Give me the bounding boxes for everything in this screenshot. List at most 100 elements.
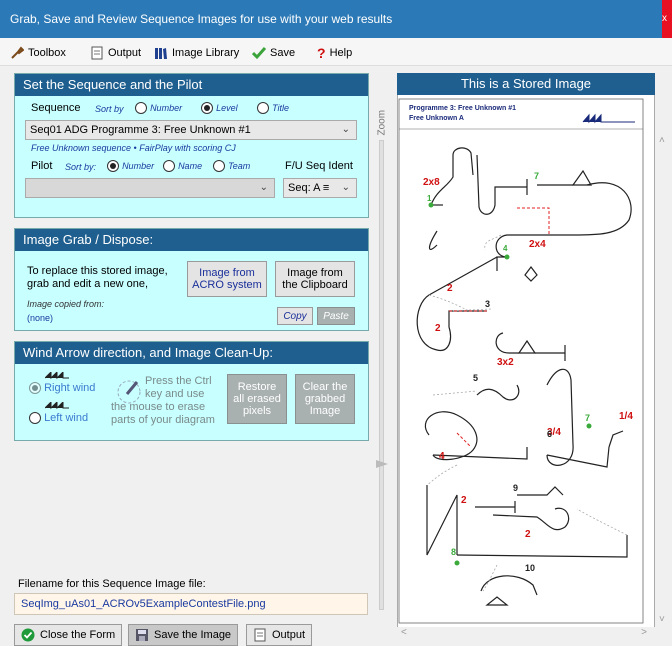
pilot-sort-name-option[interactable]: Name: [163, 160, 203, 173]
figure-label: 1: [427, 194, 432, 203]
sequence-info: Free Unknown sequence • FairPlay with sc…: [31, 143, 236, 153]
sort-level-option[interactable]: Level: [201, 102, 238, 115]
sort-level-label: Level: [216, 103, 238, 113]
close-window-button[interactable]: x: [662, 0, 672, 38]
chevron-down-icon: ⌄: [341, 124, 350, 135]
figure-label: 5: [473, 373, 478, 383]
clip-btn-line2: the Clipboard: [282, 279, 348, 291]
clear-line3: Image: [309, 405, 341, 417]
figure-label: 8: [451, 547, 456, 557]
checkmark-icon: [252, 47, 266, 60]
filename-field[interactable]: SeqImg_uAs01_ACROv5ExampleContestFile.pn…: [14, 593, 368, 615]
sort-number-label: Number: [150, 103, 183, 113]
figure-label: 6: [547, 429, 552, 439]
scroll-down-icon[interactable]: ˅: [659, 614, 665, 625]
restore-line2: all erased: [233, 393, 281, 405]
zoom-slider[interactable]: Zoom: [374, 109, 390, 610]
copied-from-label: Image copied from:: [27, 299, 105, 309]
right-wind-option[interactable]: Right wind: [29, 382, 96, 395]
figure-label: 3x2: [497, 357, 514, 368]
save-button[interactable]: Save: [252, 44, 295, 62]
toolbox-button[interactable]: Toolbox: [10, 44, 66, 62]
help-button[interactable]: ? Help: [317, 44, 352, 62]
sort-by-label: Sort by: [95, 104, 124, 114]
sequence-select[interactable]: Seq01 ADG Programme 3: Free Unknown #1 ⌄: [25, 120, 357, 140]
zoom-thumb-icon[interactable]: [374, 458, 390, 470]
grab-panel-title: Image Grab / Dispose:: [15, 229, 368, 251]
image-from-acro-button[interactable]: Image from ACRO system: [187, 261, 267, 297]
clear-line1: Clear the: [302, 381, 348, 393]
scroll-right-icon[interactable]: >: [641, 627, 647, 638]
wind-panel: Wind Arrow direction, and Image Clean-Up…: [14, 341, 369, 441]
restore-line1: Restore: [237, 381, 277, 393]
left-wind-arrow-icon: [45, 402, 69, 410]
pilot-sort-team-option[interactable]: Team: [213, 160, 250, 173]
grab-desc-1: To replace this stored image,: [27, 265, 168, 277]
window-title: Grab, Save and Review Sequence Images fo…: [10, 12, 393, 26]
fu-seq-select-value: Seq: A ≡: [288, 182, 330, 194]
clip-btn-line1: Image from: [287, 267, 343, 279]
save-image-button[interactable]: Save the Image: [128, 624, 239, 646]
scroll-left-icon[interactable]: <: [401, 627, 407, 638]
filename-label: Filename for this Sequence Image file:: [18, 578, 206, 590]
erase-hint-2: key and use: [145, 388, 205, 400]
document-icon: [254, 628, 266, 642]
library-icon: [155, 48, 167, 59]
sequence-select-value: Seq01 ADG Programme 3: Free Unknown #1: [30, 124, 251, 136]
grab-desc-2: grab and edit a new one,: [27, 278, 149, 290]
close-form-button[interactable]: Close the Form: [14, 624, 123, 646]
diagram-header-1: Programme 3: Free Unknown #1: [409, 105, 516, 112]
output-button[interactable]: Output: [90, 44, 141, 62]
restore-line3: pixels: [242, 405, 272, 417]
sort-title-option[interactable]: Title: [257, 102, 289, 115]
figure-label: 7: [585, 413, 590, 423]
acro-btn-line1: Image from: [199, 267, 255, 279]
pilot-select[interactable]: ⌄: [25, 178, 275, 198]
pilot-sort-number-label: Number: [122, 161, 155, 171]
figure-label: 9: [513, 483, 518, 493]
figure-label: 10: [525, 563, 535, 573]
zoom-label: Zoom: [376, 109, 388, 136]
image-from-clipboard-button[interactable]: Image from the Clipboard: [275, 261, 355, 297]
title-bar: Grab, Save and Review Sequence Images fo…: [0, 0, 672, 38]
image-library-button[interactable]: Image Library: [154, 44, 239, 62]
right-wind-label: Right wind: [44, 382, 96, 394]
sequence-label: Sequence: [31, 102, 81, 114]
output-bottom-label: Output: [272, 629, 306, 641]
chevron-down-icon: ⌄: [341, 182, 350, 193]
pilot-sort-number-option[interactable]: Number: [107, 160, 155, 173]
copy-button[interactable]: Copy: [277, 307, 313, 325]
sort-number-option[interactable]: Number: [135, 102, 183, 115]
figure-label: 2: [461, 495, 467, 506]
wrench-icon: [11, 46, 24, 59]
scroll-up-icon[interactable]: ˄: [659, 135, 665, 146]
figure-label: 2x8: [423, 177, 440, 188]
sequence-panel: Set the Sequence and the Pilot Sequence …: [14, 73, 369, 218]
erase-hint-4: parts of your diagram: [111, 414, 215, 426]
toolbox-label: Toolbox: [28, 47, 66, 59]
copied-from-value: (none): [27, 313, 54, 323]
pilot-sort-name-label: Name: [178, 161, 203, 171]
fu-seq-select[interactable]: Seq: A ≡ ⌄: [283, 178, 357, 198]
clear-line2: grabbed: [304, 393, 346, 405]
document-icon: [91, 46, 103, 60]
question-icon: ?: [317, 45, 326, 61]
fu-seq-ident-label: F/U Seq Ident: [285, 160, 353, 172]
horizontal-scrollbar[interactable]: < >: [397, 627, 655, 641]
floppy-icon: [136, 629, 148, 641]
vertical-scrollbar[interactable]: ˄ ˅: [655, 95, 672, 635]
image-library-label: Image Library: [172, 47, 240, 59]
restore-pixels-button[interactable]: Restore all erased pixels: [227, 374, 287, 424]
wind-panel-title: Wind Arrow direction, and Image Clean-Up…: [15, 342, 368, 364]
stored-image-title: This is a Stored Image: [397, 73, 655, 95]
pilot-label: Pilot: [31, 160, 53, 172]
clear-image-button[interactable]: Clear the grabbed Image: [295, 374, 355, 424]
paste-button[interactable]: Paste: [317, 307, 355, 325]
left-wind-option[interactable]: Left wind: [29, 412, 88, 425]
radio-selected-icon: [107, 160, 119, 173]
erase-hint-3: the mouse to erase: [111, 401, 206, 413]
check-circle-icon: [21, 628, 35, 642]
radio-icon: [257, 102, 269, 115]
radio-icon: [213, 160, 225, 173]
output-bottom-button[interactable]: Output: [246, 624, 313, 646]
